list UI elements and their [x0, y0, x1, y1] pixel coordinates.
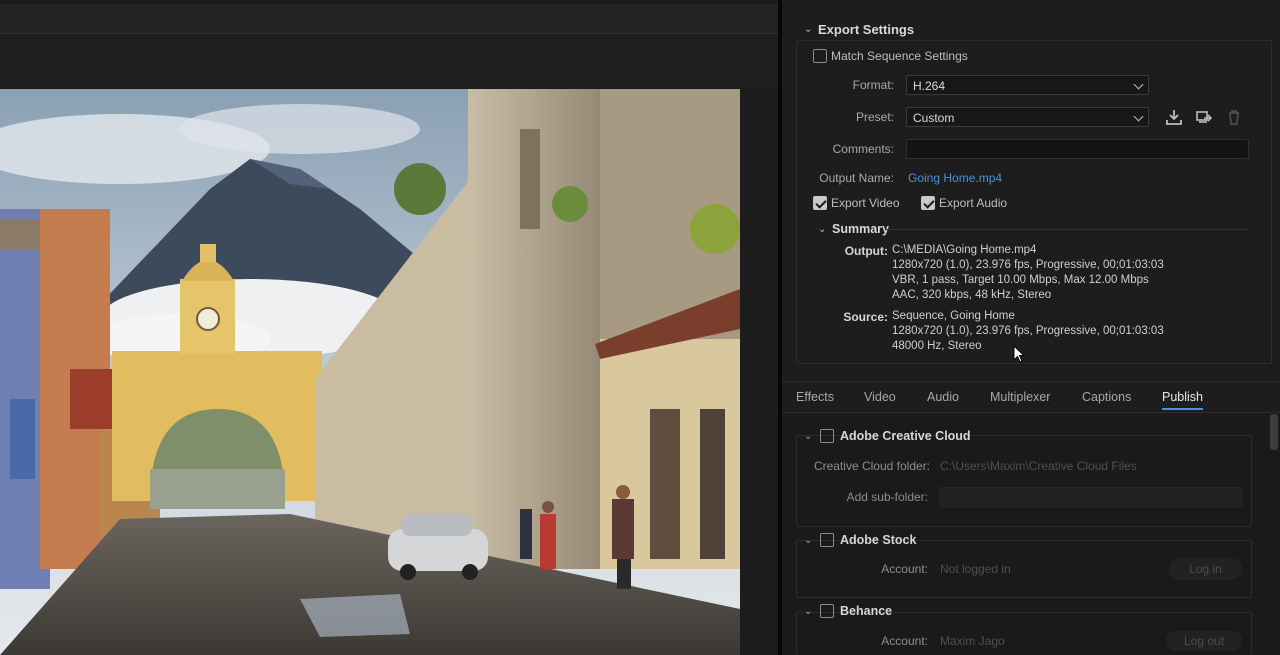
- preview-tab-bar: [0, 4, 778, 34]
- preset-value: Custom: [913, 111, 955, 125]
- chevron-down-icon[interactable]: ⌄: [804, 606, 818, 617]
- stock-checkbox[interactable]: [820, 533, 834, 547]
- summary-output-line: C:\MEDIA\Going Home.mp4: [892, 244, 1037, 256]
- stock-login-button[interactable]: Log in: [1169, 558, 1242, 580]
- comments-label: Comments:: [832, 142, 894, 156]
- export-audio-label: Export Audio: [939, 196, 1008, 210]
- format-dropdown[interactable]: H.264: [906, 75, 1149, 95]
- preview-image: [0, 89, 740, 655]
- match-sequence-label: Match Sequence Settings: [831, 49, 968, 63]
- output-name-label: Output Name:: [819, 171, 894, 185]
- chevron-down-icon[interactable]: ⌄: [804, 24, 818, 35]
- import-preset-icon[interactable]: [1195, 108, 1213, 126]
- save-preset-icon[interactable]: [1165, 108, 1183, 126]
- preset-label: Preset:: [855, 110, 894, 124]
- export-video-label: Export Video: [831, 196, 900, 210]
- delete-preset-icon[interactable]: [1225, 108, 1243, 126]
- tab-multiplexer[interactable]: Multiplexer: [990, 390, 1050, 404]
- cc-folder-label: Creative Cloud folder:: [813, 459, 930, 473]
- publish-scrollbar[interactable]: [1270, 414, 1278, 450]
- behance-checkbox[interactable]: [820, 604, 834, 618]
- summary-output-line: AAC, 320 kbps, 48 kHz, Stereo: [892, 289, 1052, 301]
- match-sequence-row[interactable]: Match Sequence Settings: [813, 49, 968, 63]
- cc-folder-value[interactable]: C:\Users\Maxim\Creative Cloud Files: [940, 459, 1137, 473]
- summary-divider: [886, 229, 1250, 230]
- creative-cloud-frame: [796, 435, 1252, 527]
- export-audio-row[interactable]: Export Audio: [921, 196, 1007, 210]
- summary-source-line: 48000 Hz, Stereo: [892, 340, 982, 352]
- chevron-down-icon: [1133, 79, 1144, 90]
- summary-source-label: Source:: [843, 310, 888, 324]
- export-audio-checkbox[interactable]: [921, 196, 935, 210]
- summary-output-line: 1280x720 (1.0), 23.976 fps, Progressive,…: [892, 259, 1164, 271]
- export-settings-header[interactable]: ⌄ Export Settings: [804, 22, 914, 37]
- behance-account-value: Maxim Jago: [940, 634, 1005, 648]
- preset-dropdown[interactable]: Custom: [906, 107, 1149, 127]
- export-video-checkbox[interactable]: [813, 196, 827, 210]
- format-label: Format:: [852, 78, 894, 92]
- chevron-down-icon[interactable]: ⌄: [804, 535, 818, 546]
- summary-header[interactable]: ⌄ Summary: [818, 222, 889, 236]
- behance-logout-button[interactable]: Log out: [1166, 631, 1242, 651]
- output-name-link[interactable]: Going Home.mp4: [908, 171, 1002, 185]
- tab-audio[interactable]: Audio: [927, 390, 959, 404]
- format-value: H.264: [913, 79, 946, 93]
- chevron-down-icon: [1133, 111, 1144, 122]
- behance-header[interactable]: ⌄ Behance: [804, 604, 892, 618]
- cc-subfolder-label: Add sub-folder:: [846, 490, 928, 504]
- export-settings-panel: ⌄ Export Settings Match Sequence Setting…: [782, 0, 1280, 655]
- video-preview-frame: [0, 89, 740, 655]
- export-tabs: Effects Video Audio Multiplexer Captions…: [782, 381, 1280, 413]
- creative-cloud-checkbox[interactable]: [820, 429, 834, 443]
- stock-header[interactable]: ⌄ Adobe Stock: [804, 533, 916, 547]
- behance-title: Behance: [840, 604, 893, 618]
- stock-account-label: Account:: [881, 562, 928, 576]
- tab-effects[interactable]: Effects: [796, 390, 834, 404]
- tab-captions[interactable]: Captions: [1082, 390, 1131, 404]
- cc-subfolder-input[interactable]: [939, 487, 1242, 507]
- export-settings-title: Export Settings: [818, 22, 915, 37]
- summary-source-line: 1280x720 (1.0), 23.976 fps, Progressive,…: [892, 325, 1164, 337]
- creative-cloud-header[interactable]: ⌄ Adobe Creative Cloud: [804, 429, 971, 443]
- tab-publish[interactable]: Publish: [1162, 390, 1203, 410]
- preview-toolbar: [0, 35, 778, 88]
- export-video-row[interactable]: Export Video: [813, 196, 900, 210]
- summary-title: Summary: [832, 222, 889, 236]
- behance-account-label: Account:: [881, 634, 928, 648]
- mouse-cursor-icon: [1013, 345, 1025, 363]
- creative-cloud-title: Adobe Creative Cloud: [840, 429, 971, 443]
- stock-title: Adobe Stock: [840, 533, 917, 547]
- chevron-down-icon[interactable]: ⌄: [804, 431, 818, 442]
- source-monitor-panel: [0, 0, 778, 655]
- summary-source-line: Sequence, Going Home: [892, 310, 1015, 322]
- chevron-down-icon[interactable]: ⌄: [818, 224, 832, 235]
- tab-video[interactable]: Video: [864, 390, 896, 404]
- match-sequence-checkbox[interactable]: [813, 49, 827, 63]
- summary-output-line: VBR, 1 pass, Target 10.00 Mbps, Max 12.0…: [892, 274, 1149, 286]
- comments-input[interactable]: [906, 139, 1249, 159]
- stock-account-value: Not logged in: [940, 562, 1011, 576]
- summary-output-label: Output:: [844, 244, 888, 258]
